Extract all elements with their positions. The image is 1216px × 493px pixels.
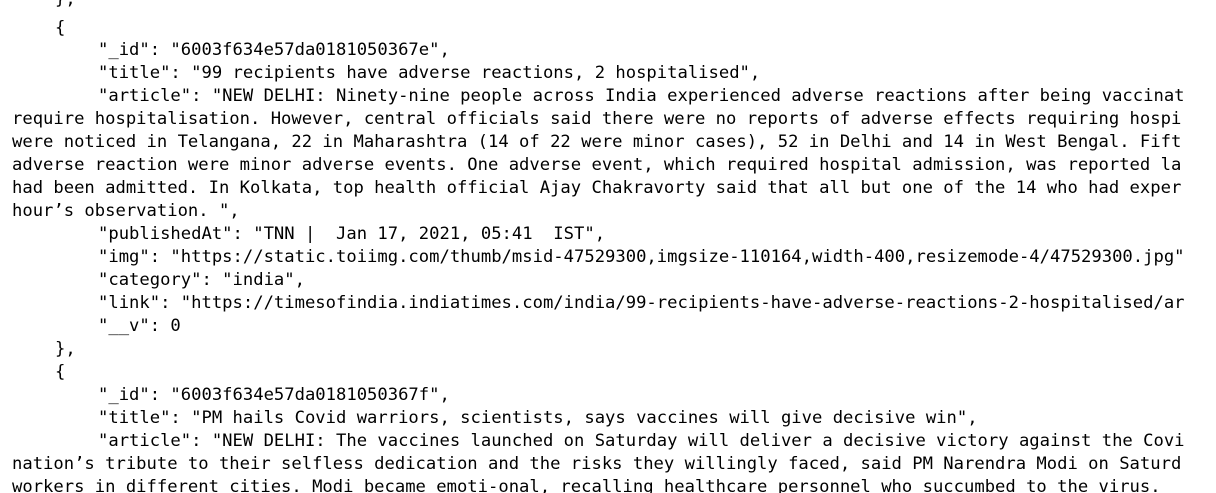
json-object-open-line: { bbox=[55, 18, 66, 38]
json-text-viewer: }, { "_id": "6003f634e57da0181050367e", … bbox=[0, 0, 1216, 493]
json-article-wrap-line: nation’s tribute to their selfless dedic… bbox=[12, 454, 1182, 474]
json-article-wrap-line: adverse reaction were minor adverse even… bbox=[12, 155, 1182, 175]
json-published-at-line: "publishedAt": "TNN | Jan 17, 2021, 05:4… bbox=[98, 224, 606, 244]
json-version-line: "__v": 0 bbox=[98, 316, 181, 336]
json-object-close-line: }, bbox=[55, 0, 76, 11]
json-img-line: "img": "https://static.toiimg.com/thumb/… bbox=[98, 247, 1185, 267]
json-article-line: "article": "NEW DELHI: Ninety-nine peopl… bbox=[98, 86, 1185, 106]
json-object-open-line: { bbox=[55, 362, 66, 382]
json-article-wrap-line: require hospitalisation. However, centra… bbox=[12, 109, 1182, 129]
json-category-line: "category": "india", bbox=[98, 270, 305, 290]
json-title-line: "title": "99 recipients have adverse rea… bbox=[98, 63, 761, 83]
json-article-wrap-line: were noticed in Telangana, 22 in Maharas… bbox=[12, 132, 1182, 152]
json-object-close-line: }, bbox=[55, 339, 76, 359]
json-article-wrap-line: had been admitted. In Kolkata, top healt… bbox=[12, 178, 1182, 198]
json-title-line: "title": "PM hails Covid warriors, scien… bbox=[98, 408, 978, 428]
json-article-wrap-line: hour’s observation. ", bbox=[12, 201, 240, 221]
json-id-line: "_id": "6003f634e57da0181050367f", bbox=[98, 385, 450, 405]
json-article-line: "article": "NEW DELHI: The vaccines laun… bbox=[98, 431, 1185, 451]
json-link-line: "link": "https://timesofindia.indiatimes… bbox=[98, 293, 1185, 313]
json-id-line: "_id": "6003f634e57da0181050367e", bbox=[98, 40, 450, 60]
json-article-wrap-line: workers in different cities. Modi became… bbox=[12, 477, 1171, 493]
